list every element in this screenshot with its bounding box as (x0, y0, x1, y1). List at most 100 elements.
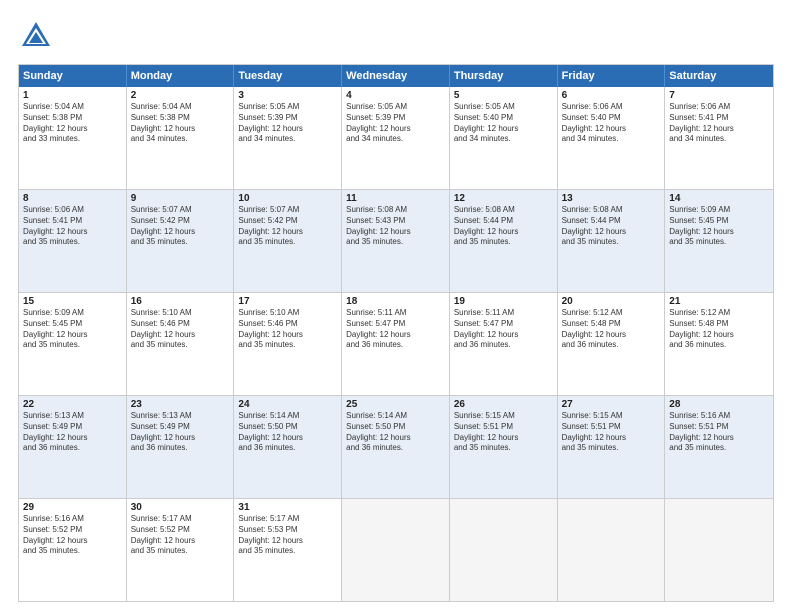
calendar-cell (342, 499, 450, 601)
day-number: 9 (131, 193, 230, 204)
calendar-cell: 17Sunrise: 5:10 AM Sunset: 5:46 PM Dayli… (234, 293, 342, 395)
day-number: 31 (238, 502, 337, 513)
calendar-cell: 11Sunrise: 5:08 AM Sunset: 5:43 PM Dayli… (342, 190, 450, 292)
cell-content: Sunrise: 5:12 AM Sunset: 5:48 PM Dayligh… (669, 308, 769, 351)
calendar-cell: 16Sunrise: 5:10 AM Sunset: 5:46 PM Dayli… (127, 293, 235, 395)
cell-content: Sunrise: 5:16 AM Sunset: 5:51 PM Dayligh… (669, 411, 769, 454)
cell-content: Sunrise: 5:17 AM Sunset: 5:53 PM Dayligh… (238, 514, 337, 557)
cell-content: Sunrise: 5:08 AM Sunset: 5:43 PM Dayligh… (346, 205, 445, 248)
calendar-cell: 15Sunrise: 5:09 AM Sunset: 5:45 PM Dayli… (19, 293, 127, 395)
calendar-cell: 2Sunrise: 5:04 AM Sunset: 5:38 PM Daylig… (127, 87, 235, 189)
day-number: 15 (23, 296, 122, 307)
day-number: 21 (669, 296, 769, 307)
calendar-row: 22Sunrise: 5:13 AM Sunset: 5:49 PM Dayli… (19, 396, 773, 499)
day-number: 13 (562, 193, 661, 204)
calendar-row: 1Sunrise: 5:04 AM Sunset: 5:38 PM Daylig… (19, 87, 773, 190)
calendar-header-cell: Wednesday (342, 65, 450, 87)
day-number: 4 (346, 90, 445, 101)
calendar-cell: 29Sunrise: 5:16 AM Sunset: 5:52 PM Dayli… (19, 499, 127, 601)
day-number: 10 (238, 193, 337, 204)
day-number: 17 (238, 296, 337, 307)
day-number: 18 (346, 296, 445, 307)
cell-content: Sunrise: 5:17 AM Sunset: 5:52 PM Dayligh… (131, 514, 230, 557)
calendar-cell: 13Sunrise: 5:08 AM Sunset: 5:44 PM Dayli… (558, 190, 666, 292)
cell-content: Sunrise: 5:11 AM Sunset: 5:47 PM Dayligh… (346, 308, 445, 351)
calendar-cell (558, 499, 666, 601)
calendar-header-cell: Sunday (19, 65, 127, 87)
cell-content: Sunrise: 5:15 AM Sunset: 5:51 PM Dayligh… (562, 411, 661, 454)
page: SundayMondayTuesdayWednesdayThursdayFrid… (0, 0, 792, 612)
day-number: 19 (454, 296, 553, 307)
cell-content: Sunrise: 5:08 AM Sunset: 5:44 PM Dayligh… (562, 205, 661, 248)
logo (18, 18, 60, 54)
calendar-cell: 6Sunrise: 5:06 AM Sunset: 5:40 PM Daylig… (558, 87, 666, 189)
cell-content: Sunrise: 5:08 AM Sunset: 5:44 PM Dayligh… (454, 205, 553, 248)
calendar-cell: 14Sunrise: 5:09 AM Sunset: 5:45 PM Dayli… (665, 190, 773, 292)
calendar: SundayMondayTuesdayWednesdayThursdayFrid… (18, 64, 774, 602)
day-number: 30 (131, 502, 230, 513)
cell-content: Sunrise: 5:09 AM Sunset: 5:45 PM Dayligh… (669, 205, 769, 248)
day-number: 29 (23, 502, 122, 513)
calendar-cell: 12Sunrise: 5:08 AM Sunset: 5:44 PM Dayli… (450, 190, 558, 292)
calendar-cell: 1Sunrise: 5:04 AM Sunset: 5:38 PM Daylig… (19, 87, 127, 189)
calendar-cell: 23Sunrise: 5:13 AM Sunset: 5:49 PM Dayli… (127, 396, 235, 498)
cell-content: Sunrise: 5:16 AM Sunset: 5:52 PM Dayligh… (23, 514, 122, 557)
calendar-body: 1Sunrise: 5:04 AM Sunset: 5:38 PM Daylig… (19, 87, 773, 601)
calendar-header-cell: Saturday (665, 65, 773, 87)
day-number: 2 (131, 90, 230, 101)
calendar-header-cell: Thursday (450, 65, 558, 87)
calendar-row: 15Sunrise: 5:09 AM Sunset: 5:45 PM Dayli… (19, 293, 773, 396)
calendar-cell: 19Sunrise: 5:11 AM Sunset: 5:47 PM Dayli… (450, 293, 558, 395)
calendar-cell: 8Sunrise: 5:06 AM Sunset: 5:41 PM Daylig… (19, 190, 127, 292)
calendar-header: SundayMondayTuesdayWednesdayThursdayFrid… (19, 65, 773, 87)
day-number: 11 (346, 193, 445, 204)
cell-content: Sunrise: 5:13 AM Sunset: 5:49 PM Dayligh… (23, 411, 122, 454)
calendar-cell: 4Sunrise: 5:05 AM Sunset: 5:39 PM Daylig… (342, 87, 450, 189)
calendar-cell: 26Sunrise: 5:15 AM Sunset: 5:51 PM Dayli… (450, 396, 558, 498)
cell-content: Sunrise: 5:15 AM Sunset: 5:51 PM Dayligh… (454, 411, 553, 454)
cell-content: Sunrise: 5:05 AM Sunset: 5:40 PM Dayligh… (454, 102, 553, 145)
calendar-cell: 30Sunrise: 5:17 AM Sunset: 5:52 PM Dayli… (127, 499, 235, 601)
calendar-cell: 25Sunrise: 5:14 AM Sunset: 5:50 PM Dayli… (342, 396, 450, 498)
day-number: 22 (23, 399, 122, 410)
calendar-cell: 20Sunrise: 5:12 AM Sunset: 5:48 PM Dayli… (558, 293, 666, 395)
day-number: 23 (131, 399, 230, 410)
day-number: 14 (669, 193, 769, 204)
calendar-header-cell: Monday (127, 65, 235, 87)
cell-content: Sunrise: 5:05 AM Sunset: 5:39 PM Dayligh… (238, 102, 337, 145)
calendar-cell (665, 499, 773, 601)
cell-content: Sunrise: 5:14 AM Sunset: 5:50 PM Dayligh… (346, 411, 445, 454)
calendar-cell: 10Sunrise: 5:07 AM Sunset: 5:42 PM Dayli… (234, 190, 342, 292)
calendar-cell: 9Sunrise: 5:07 AM Sunset: 5:42 PM Daylig… (127, 190, 235, 292)
calendar-cell: 27Sunrise: 5:15 AM Sunset: 5:51 PM Dayli… (558, 396, 666, 498)
day-number: 6 (562, 90, 661, 101)
calendar-cell: 21Sunrise: 5:12 AM Sunset: 5:48 PM Dayli… (665, 293, 773, 395)
cell-content: Sunrise: 5:06 AM Sunset: 5:40 PM Dayligh… (562, 102, 661, 145)
calendar-header-cell: Friday (558, 65, 666, 87)
calendar-cell: 18Sunrise: 5:11 AM Sunset: 5:47 PM Dayli… (342, 293, 450, 395)
cell-content: Sunrise: 5:14 AM Sunset: 5:50 PM Dayligh… (238, 411, 337, 454)
day-number: 12 (454, 193, 553, 204)
day-number: 8 (23, 193, 122, 204)
calendar-cell (450, 499, 558, 601)
cell-content: Sunrise: 5:11 AM Sunset: 5:47 PM Dayligh… (454, 308, 553, 351)
day-number: 1 (23, 90, 122, 101)
cell-content: Sunrise: 5:06 AM Sunset: 5:41 PM Dayligh… (23, 205, 122, 248)
logo-icon (18, 18, 54, 54)
cell-content: Sunrise: 5:06 AM Sunset: 5:41 PM Dayligh… (669, 102, 769, 145)
calendar-row: 29Sunrise: 5:16 AM Sunset: 5:52 PM Dayli… (19, 499, 773, 601)
cell-content: Sunrise: 5:07 AM Sunset: 5:42 PM Dayligh… (238, 205, 337, 248)
day-number: 20 (562, 296, 661, 307)
cell-content: Sunrise: 5:13 AM Sunset: 5:49 PM Dayligh… (131, 411, 230, 454)
day-number: 26 (454, 399, 553, 410)
calendar-cell: 3Sunrise: 5:05 AM Sunset: 5:39 PM Daylig… (234, 87, 342, 189)
calendar-row: 8Sunrise: 5:06 AM Sunset: 5:41 PM Daylig… (19, 190, 773, 293)
calendar-header-cell: Tuesday (234, 65, 342, 87)
day-number: 28 (669, 399, 769, 410)
calendar-cell: 24Sunrise: 5:14 AM Sunset: 5:50 PM Dayli… (234, 396, 342, 498)
cell-content: Sunrise: 5:04 AM Sunset: 5:38 PM Dayligh… (23, 102, 122, 145)
day-number: 16 (131, 296, 230, 307)
day-number: 5 (454, 90, 553, 101)
cell-content: Sunrise: 5:12 AM Sunset: 5:48 PM Dayligh… (562, 308, 661, 351)
cell-content: Sunrise: 5:10 AM Sunset: 5:46 PM Dayligh… (238, 308, 337, 351)
